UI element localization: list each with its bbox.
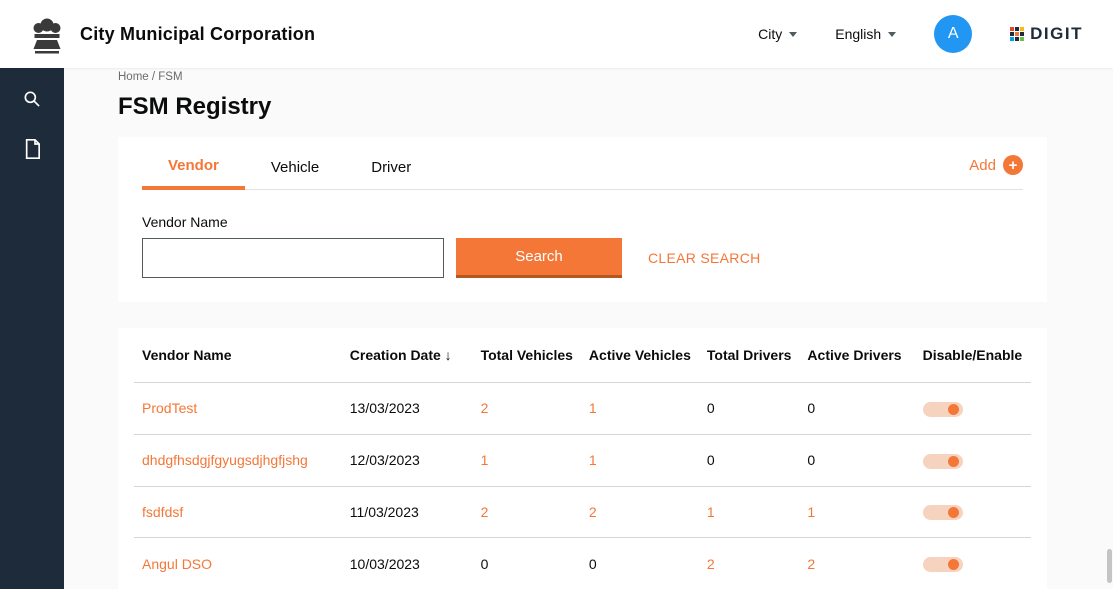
page-title: FSM Registry [118, 93, 1047, 121]
add-button[interactable]: Add + [969, 155, 1023, 175]
tab-driver[interactable]: Driver [345, 143, 437, 188]
vendor-link[interactable]: Angul DSO [142, 556, 212, 572]
total-vehicles-count[interactable]: 2 [481, 400, 489, 416]
enable-toggle[interactable] [923, 402, 963, 417]
total-vehicles-count[interactable]: 2 [481, 504, 489, 520]
plus-icon: + [1003, 155, 1023, 175]
enable-toggle[interactable] [923, 454, 963, 469]
creation-date-cell: 10/03/2023 [342, 538, 473, 589]
total-vehicles-count: 0 [481, 556, 489, 572]
table-row: ProdTest 13/03/2023 2 1 0 0 [134, 383, 1031, 435]
sidebar [0, 68, 64, 589]
registry-card: Vendor Vehicle Driver Add + Vendor Name … [118, 137, 1047, 302]
creation-date-cell: 12/03/2023 [342, 434, 473, 486]
city-dropdown[interactable]: City [758, 26, 797, 42]
vendor-table: Vendor NameCreation Date ↓Total Vehicles… [134, 328, 1031, 589]
total-drivers-count: 0 [707, 452, 715, 468]
digit-logo: DIGIT [1010, 24, 1083, 44]
column-header: Total Vehicles [473, 328, 581, 383]
language-dropdown-label: English [835, 26, 881, 42]
creation-date-cell: 13/03/2023 [342, 383, 473, 435]
national-emblem-logo [30, 13, 64, 55]
column-header: Active Drivers [799, 328, 914, 383]
enable-toggle[interactable] [923, 557, 963, 572]
vendor-name-label: Vendor Name [142, 214, 1023, 230]
vendor-name-input[interactable] [142, 238, 444, 278]
total-drivers-count: 0 [707, 400, 715, 416]
active-vehicles-count[interactable]: 2 [589, 504, 597, 520]
chevron-down-icon [789, 32, 797, 37]
creation-date-cell: 11/03/2023 [342, 486, 473, 538]
active-drivers-count: 0 [807, 452, 815, 468]
city-dropdown-label: City [758, 26, 782, 42]
active-drivers-count[interactable]: 2 [807, 556, 815, 572]
column-header[interactable]: Creation Date ↓ [342, 328, 473, 383]
vertical-scrollbar[interactable] [1107, 549, 1112, 583]
total-vehicles-count[interactable]: 1 [481, 452, 489, 468]
search-button[interactable]: Search [456, 238, 622, 278]
column-header: Total Drivers [699, 328, 800, 383]
language-dropdown[interactable]: English [835, 26, 896, 42]
chevron-down-icon [888, 32, 896, 37]
table-body: ProdTest13/03/20232100dhdgfhsdgjfgyugsdj… [134, 383, 1031, 589]
active-vehicles-count: 0 [589, 556, 597, 572]
avatar-initial: A [948, 25, 959, 43]
active-drivers-count: 0 [807, 400, 815, 416]
digit-logo-text: DIGIT [1030, 24, 1083, 44]
avatar[interactable]: A [934, 15, 972, 53]
results-card: Vendor NameCreation Date ↓Total Vehicles… [118, 328, 1047, 589]
vendor-link[interactable]: dhdgfhsdgjfgyugsdjhgfjshg [142, 452, 308, 468]
total-drivers-count[interactable]: 1 [707, 504, 715, 520]
table-header-row: Vendor NameCreation Date ↓Total Vehicles… [134, 328, 1031, 383]
document-icon[interactable] [21, 138, 43, 160]
clear-search-button[interactable]: CLEAR SEARCH [648, 250, 761, 266]
tab-vendor[interactable]: Vendor [142, 141, 245, 190]
column-header: Vendor Name [134, 328, 342, 383]
sort-descending-icon[interactable]: ↓ [441, 347, 452, 363]
breadcrumb[interactable]: Home / FSM [118, 71, 1047, 83]
main-content: Home / FSM FSM Registry Vendor Vehicle D… [64, 68, 1113, 589]
enable-toggle[interactable] [923, 505, 963, 520]
filter-row: Search CLEAR SEARCH [142, 238, 1023, 278]
column-header: Active Vehicles [581, 328, 699, 383]
tab-vehicle[interactable]: Vehicle [245, 143, 345, 188]
vendor-link[interactable]: fsdfdsf [142, 504, 183, 520]
active-vehicles-count[interactable]: 1 [589, 452, 597, 468]
table-row: fsdfdsf 11/03/2023 2 2 1 1 [134, 486, 1031, 538]
vendor-link[interactable]: ProdTest [142, 400, 197, 416]
top-bar: City Municipal Corporation City English … [0, 0, 1113, 68]
active-vehicles-count[interactable]: 1 [589, 400, 597, 416]
column-header: Disable/Enable [915, 328, 1031, 383]
active-drivers-count[interactable]: 1 [807, 504, 815, 520]
tab-bar: Vendor Vehicle Driver Add + [142, 141, 1023, 190]
add-button-label: Add [969, 157, 996, 174]
table-row: dhdgfhsdgjfgyugsdjhgfjshg 12/03/2023 1 1 0 0 [134, 434, 1031, 486]
digit-logo-dots-icon [1010, 27, 1024, 41]
total-drivers-count[interactable]: 2 [707, 556, 715, 572]
app-title: City Municipal Corporation [80, 24, 315, 45]
search-icon[interactable] [21, 88, 43, 110]
table-row: Angul DSO 10/03/2023 0 0 2 2 [134, 538, 1031, 589]
